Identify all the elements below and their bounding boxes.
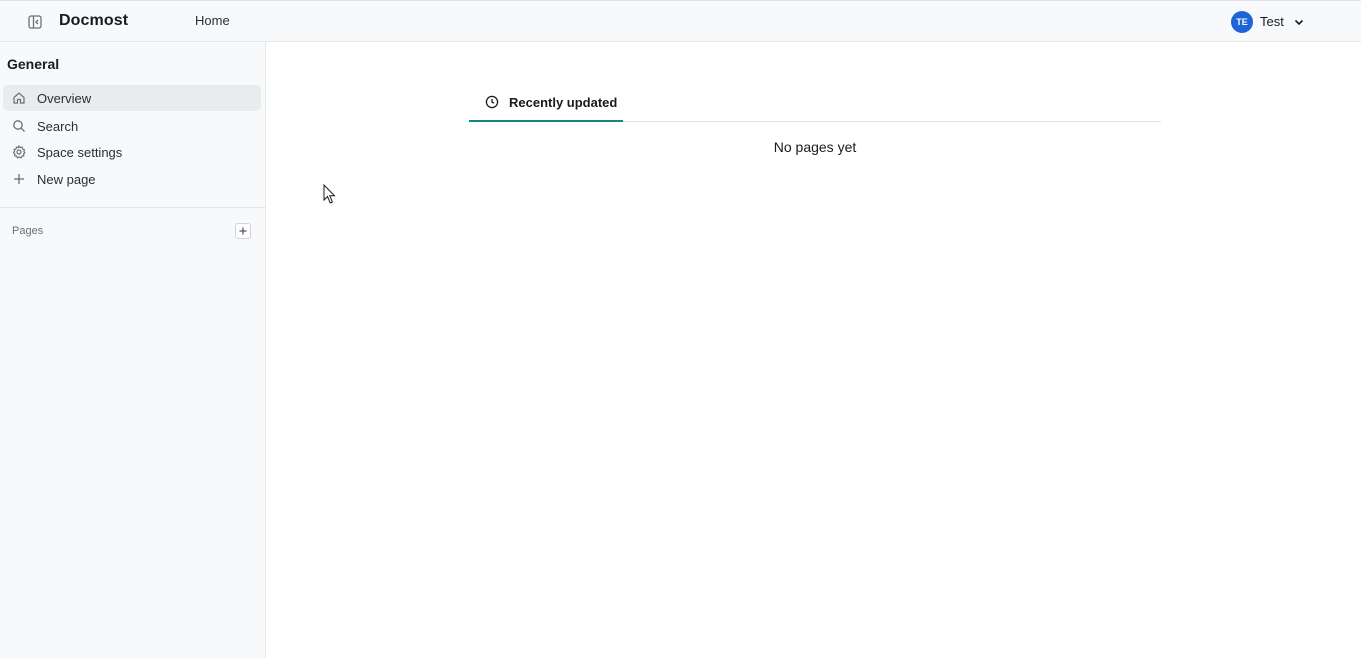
sidebar-item-label: New page — [37, 171, 96, 187]
plus-icon — [239, 227, 247, 235]
sidebar-item-label: Overview — [37, 90, 92, 106]
space-title: General — [7, 56, 60, 72]
brand-logo[interactable]: Docmost — [59, 12, 128, 30]
sidebar-item-search[interactable]: Search — [3, 113, 261, 139]
home-icon — [12, 91, 26, 105]
top-header: Docmost Home TE Test — [0, 0, 1361, 42]
sidebar-item-space-settings[interactable]: Space settings — [3, 139, 261, 165]
tab-label: Recently updated — [509, 94, 618, 110]
user-menu-button[interactable]: TE Test — [1231, 10, 1305, 33]
plus-icon — [12, 172, 26, 186]
mouse-cursor-icon — [323, 183, 337, 210]
sidebar-item-new-page[interactable]: New page — [3, 166, 261, 192]
sidebar-toggle-icon — [28, 15, 42, 29]
sidebar-item-overview[interactable]: Overview — [3, 85, 261, 111]
sidebar-item-label: Search — [37, 118, 79, 134]
sidebar: General Overview Search Space settings N… — [0, 42, 266, 658]
empty-state-text: No pages yet — [773, 139, 857, 155]
tabs-bar: Recently updated — [469, 84, 1161, 122]
search-icon — [12, 119, 26, 133]
add-page-button[interactable] — [235, 223, 251, 239]
sidebar-item-label: Space settings — [37, 144, 123, 160]
avatar: TE — [1231, 10, 1253, 33]
clock-icon — [485, 95, 499, 109]
user-name: Test — [1260, 14, 1284, 29]
sidebar-divider — [0, 207, 266, 208]
chevron-down-icon — [1293, 16, 1305, 28]
pages-section-label: Pages — [12, 225, 44, 237]
home-link[interactable]: Home — [195, 13, 230, 28]
sidebar-toggle-button[interactable] — [26, 13, 44, 31]
gear-icon — [12, 145, 26, 159]
tab-recently-updated[interactable]: Recently updated — [469, 84, 623, 122]
